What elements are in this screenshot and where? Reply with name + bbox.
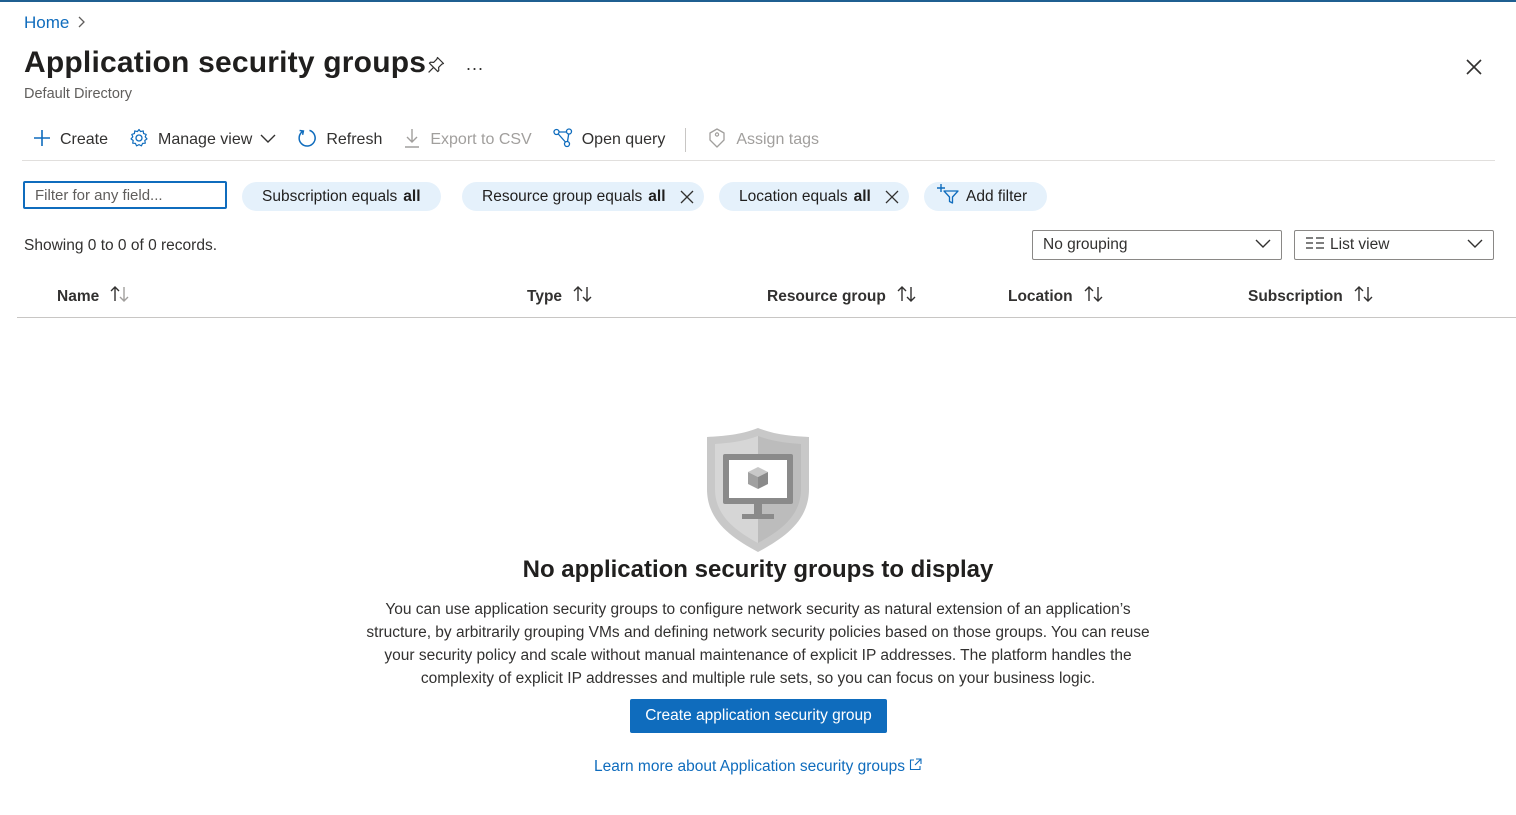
page-subtitle: Default Directory <box>24 86 132 102</box>
more-options-button[interactable]: ... <box>466 54 484 75</box>
empty-state-description: You can use application security groups … <box>366 601 1150 687</box>
security-shield-icon <box>706 427 810 553</box>
create-application-security-group-button[interactable]: Create application security group <box>630 699 887 733</box>
sort-icon <box>1353 285 1375 308</box>
resource-group-filter-pill[interactable]: Resource group equals all <box>462 182 704 211</box>
page-title: Application security groups <box>24 46 427 79</box>
refresh-icon <box>296 127 318 154</box>
top-accent-line <box>0 0 1516 2</box>
breadcrumb-home-link[interactable]: Home <box>24 13 69 33</box>
export-csv-button[interactable]: Export to CSV <box>392 124 541 156</box>
external-link-icon <box>909 758 922 776</box>
plus-icon <box>32 128 52 153</box>
download-icon <box>402 127 422 154</box>
sort-icon <box>1083 285 1105 308</box>
assign-tags-button[interactable]: Assign tags <box>696 124 829 156</box>
pin-icon[interactable] <box>426 55 446 75</box>
empty-state-title: No application security groups to displa… <box>522 556 994 583</box>
column-header-subscription[interactable]: Subscription <box>1248 285 1375 308</box>
tag-icon <box>706 127 728 154</box>
refresh-button[interactable]: Refresh <box>286 124 392 156</box>
table-header-divider <box>17 317 1516 318</box>
close-icon[interactable] <box>1463 56 1485 78</box>
column-header-name[interactable]: Name <box>57 285 131 308</box>
create-button[interactable]: Create <box>22 124 118 156</box>
filter-input[interactable] <box>23 181 227 209</box>
manage-view-button[interactable]: Manage view <box>118 124 286 156</box>
chevron-down-icon <box>1467 236 1483 254</box>
view-dropdown[interactable]: List view <box>1294 230 1494 260</box>
column-header-resource-group[interactable]: Resource group <box>767 285 918 308</box>
add-filter-button[interactable]: Add filter <box>924 182 1048 211</box>
chevron-right-icon <box>77 15 87 31</box>
breadcrumb: Home <box>24 13 87 33</box>
query-graph-icon <box>552 127 574 154</box>
chevron-down-icon <box>260 131 276 149</box>
sort-icon <box>572 285 594 308</box>
subscription-filter-pill[interactable]: Subscription equals all <box>242 182 441 211</box>
chevron-down-icon <box>1255 236 1271 254</box>
sort-icon <box>896 285 918 308</box>
list-view-icon <box>1305 236 1325 255</box>
column-header-type[interactable]: Type <box>527 285 594 308</box>
location-filter-pill[interactable]: Location equals all <box>719 182 909 211</box>
add-filter-icon <box>936 183 960 210</box>
open-query-button[interactable]: Open query <box>542 124 676 156</box>
record-count: Showing 0 to 0 of 0 records. <box>24 237 218 254</box>
learn-more-link[interactable]: Learn more about Application security gr… <box>0 758 1516 776</box>
sort-icon <box>109 285 131 308</box>
toolbar-divider-line <box>22 160 1495 161</box>
column-header-location[interactable]: Location <box>1008 285 1105 308</box>
close-icon[interactable] <box>885 190 899 204</box>
gear-icon <box>128 127 150 154</box>
close-icon[interactable] <box>680 190 694 204</box>
command-bar: Create Manage view Refresh Export to CSV <box>22 124 829 156</box>
grouping-dropdown[interactable]: No grouping <box>1032 230 1282 260</box>
toolbar-divider <box>685 128 687 152</box>
